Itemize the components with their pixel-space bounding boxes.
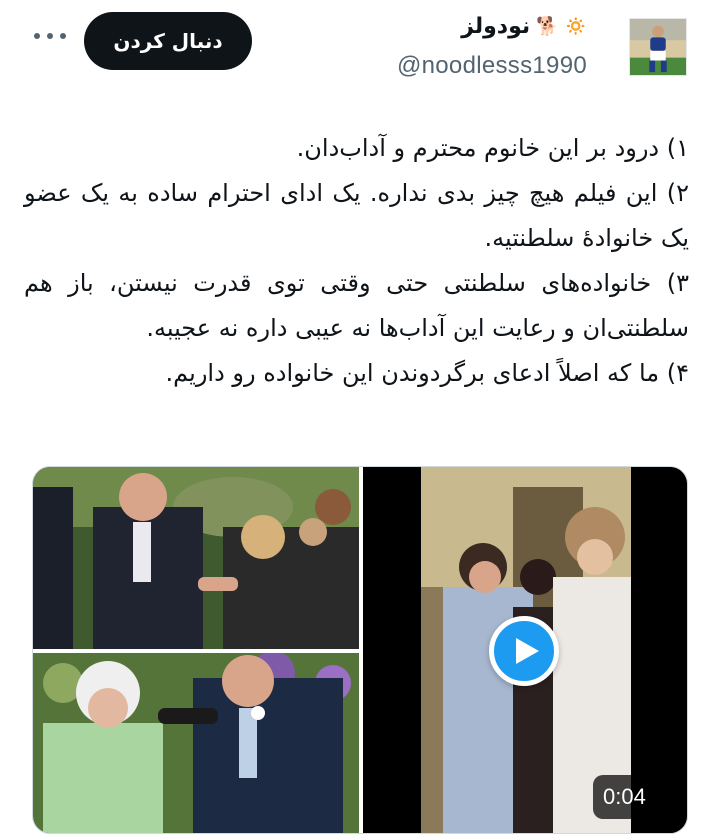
play-icon [516,638,539,664]
dog-emoji-icon: 🐕 [536,15,559,37]
sun-emoji-icon: 🔅 [564,15,587,37]
photo-queen-hand-kiss[interactable] [33,653,359,833]
user-handle[interactable]: @noodlesss1990 [397,52,587,80]
tweet-line: ۲) این فیلم هیچ چیز بدی نداره. یک ادای ا… [24,179,689,252]
more-options-icon[interactable] [30,26,70,46]
video-duration: 0:04 [593,775,656,819]
play-button[interactable] [489,616,559,686]
tweet-text: ۱) درود بر این خانوم محترم و آداب‌دان. ۲… [24,126,689,396]
author-name-row[interactable]: نودولز 🐕 🔅 [461,14,587,39]
media-grid: 0:04 [32,466,688,834]
tweet-line: ۱) درود بر این خانوم محترم و آداب‌دان. [296,134,689,162]
tweet-line: ۳) خانواده‌های سلطنتی حتی وقتی توی قدرت … [24,269,689,342]
tweet-line: ۴) ما که اصلاً ادعای برگردوندن این خانوا… [165,359,689,387]
follow-button[interactable]: دنبال کردن [84,12,252,70]
photo-king-hand-kiss[interactable] [33,467,359,649]
avatar[interactable] [629,18,687,76]
display-name[interactable]: نودولز [461,14,530,39]
